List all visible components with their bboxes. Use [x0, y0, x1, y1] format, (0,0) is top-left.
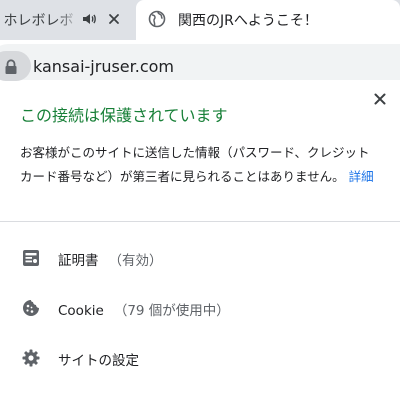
certificate-icon [23, 250, 39, 266]
connection-secure-heading: この接続は保護されています [20, 106, 228, 125]
site-info-button[interactable] [0, 51, 31, 81]
gear-icon [22, 349, 40, 367]
connection-description: お客様がこのサイトに送信した情報（パスワード、クレジット カード番号など）が第三… [20, 141, 380, 189]
description-text: お客様がこのサイトに送信した情報（パスワード、クレジット カード番号など）が第三… [20, 145, 370, 184]
item-status: （79 個が使用中） [113, 303, 230, 319]
toolbar: kansai-jruser.com [0, 40, 400, 84]
item-title: 証明書 [58, 253, 99, 269]
tab-title-fade [58, 4, 80, 34]
certificate-item[interactable]: 証明書 （有効） [0, 236, 400, 280]
site-info-popup: この接続は保護されています お客様がこのサイトに送信した情報（パスワード、クレジ… [0, 84, 400, 394]
details-link[interactable]: 詳細 [349, 169, 374, 184]
divider [0, 221, 400, 222]
close-icon[interactable] [370, 89, 390, 109]
item-label: 証明書 （有効） [58, 249, 163, 269]
tab-title: 関西のJRへようこそ！ [178, 13, 318, 29]
cookie-item[interactable]: Cookie （79 個が使用中） [0, 286, 400, 330]
item-label: Cookie （79 個が使用中） [58, 299, 230, 319]
tab-inactive[interactable]: - ホレボレボ [0, 0, 132, 40]
item-status: （有効） [108, 253, 163, 269]
item-title: Cookie [58, 303, 104, 319]
tab-close-icon[interactable] [104, 9, 124, 29]
tab-active[interactable]: 関西のJRへようこそ！ [136, 0, 400, 40]
audio-playing-icon[interactable] [81, 11, 97, 27]
item-title: サイトの設定 [58, 353, 139, 369]
globe-icon [148, 10, 166, 28]
url-text[interactable]: kansai-jruser.com [33, 57, 174, 76]
item-label: サイトの設定 [58, 349, 139, 369]
tab-strip: - ホレボレボ 関西のJRへようこそ！ [0, 0, 400, 40]
lock-icon [5, 59, 17, 74]
site-settings-item[interactable]: サイトの設定 [0, 336, 400, 380]
omnibox[interactable]: kansai-jruser.com [0, 44, 400, 81]
cookie-icon [23, 300, 39, 316]
